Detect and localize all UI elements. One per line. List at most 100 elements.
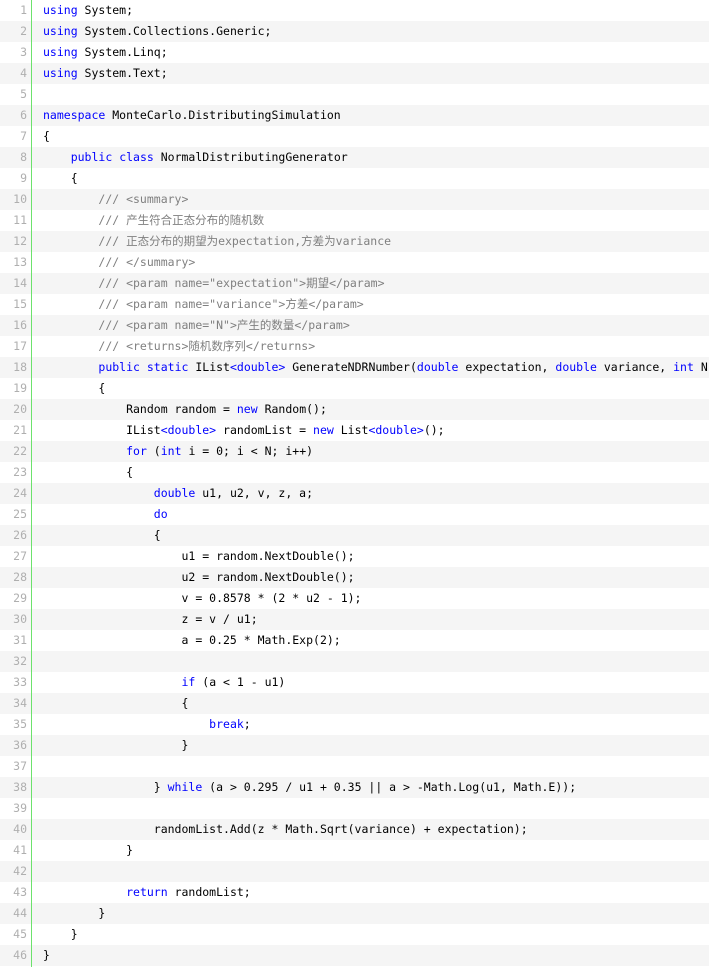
code-token: randomList.Add(z * Math.Sqrt(variance) +… (43, 822, 528, 836)
line-code: break; (31, 714, 251, 735)
line-number: 9 (20, 171, 27, 185)
line-code: using System.Linq; (31, 42, 168, 63)
code-line: 20 Random random = new Random(); (0, 399, 709, 420)
comment-token: /// 正态分布的期望为expectation,方差为variance (98, 234, 392, 248)
code-line: 17 /// <returns>随机数序列</returns> (0, 336, 709, 357)
code-line: 29 v = 0.8578 * (2 * u2 - 1); (0, 588, 709, 609)
line-code: return randomList; (31, 882, 251, 903)
line-number: 33 (13, 675, 27, 689)
line-code: z = v / u1; (31, 609, 258, 630)
code-line: 37 (0, 756, 709, 777)
line-number: 13 (13, 255, 27, 269)
code-token: (a < 1 - u1) (195, 675, 286, 689)
code-token: } (43, 843, 134, 857)
line-code: { (31, 168, 78, 189)
code-line: 16 /// <param name="N">产生的数量</param> (0, 315, 709, 336)
line-code: IList<double> randomList = new List<doub… (31, 420, 445, 441)
code-line: 36 } (0, 735, 709, 756)
code-token: i = 0; i < N; i++) (181, 444, 314, 458)
code-line: 26 { (0, 525, 709, 546)
line-code: /// <param name="variance">方差</param> (31, 294, 363, 315)
line-code: a = 0.25 * Math.Exp(2); (31, 630, 340, 651)
code-token: { (43, 171, 78, 185)
line-code: /// <param name="N">产生的数量</param> (31, 315, 349, 336)
code-viewer: 1 using System; 2 using System.Collections.… (0, 0, 709, 967)
code-token: ; (243, 717, 251, 731)
line-code: u2 = random.NextDouble(); (31, 567, 355, 588)
code-token: } (43, 948, 50, 962)
code-token: Random random = (43, 402, 237, 416)
line-code: using System.Collections.Generic; (31, 21, 272, 42)
keyword-token: using (43, 45, 78, 59)
keyword-token: namespace (43, 108, 106, 122)
keyword-token: int (673, 360, 694, 374)
line-number: 39 (13, 801, 27, 815)
code-token: MonteCarlo.DistributingSimulation (105, 108, 341, 122)
line-code: { (31, 126, 50, 147)
code-token: randomList = (216, 423, 314, 437)
line-code: /// <summary> (31, 189, 188, 210)
line-code: /// <returns>随机数序列</returns> (31, 336, 315, 357)
keyword-token: using (43, 24, 78, 38)
line-code: if (a < 1 - u1) (31, 672, 285, 693)
line-number: 38 (13, 780, 27, 794)
comment-token: /// <summary> (98, 192, 189, 206)
line-code: { (31, 525, 161, 546)
line-code: /// </summary> (31, 252, 195, 273)
line-number: 45 (13, 927, 27, 941)
line-number: 14 (13, 276, 27, 290)
line-number: 21 (13, 423, 27, 437)
code-line: 23 { (0, 462, 709, 483)
code-token: expectation, (458, 360, 556, 374)
code-token: randomList; (167, 885, 251, 899)
code-token: } (43, 927, 78, 941)
code-line: 27 u1 = random.NextDouble(); (0, 546, 709, 567)
keyword-token: using (43, 3, 78, 17)
code-lines: 1 using System; 2 using System.Collections.… (0, 0, 709, 966)
line-number: 32 (13, 654, 27, 668)
line-number: 37 (13, 759, 27, 773)
line-number: 18 (13, 360, 27, 374)
code-line: 10 /// <summary> (0, 189, 709, 210)
line-code: } while (a > 0.295 / u1 + 0.35 || a > -M… (31, 777, 576, 798)
line-number: 40 (13, 822, 27, 836)
code-token: z = v / u1; (43, 612, 258, 626)
code-line: 2 using System.Collections.Generic; (0, 21, 709, 42)
comment-token: /// 产生符合正态分布的随机数 (98, 213, 265, 227)
gutter-border (31, 0, 32, 967)
line-code: } (31, 903, 105, 924)
code-line: 31 a = 0.25 * Math.Exp(2); (0, 630, 709, 651)
line-number: 41 (13, 843, 27, 857)
keyword-token: using (43, 66, 78, 80)
code-line: 8 public class NormalDistributingGenerat… (0, 147, 709, 168)
line-number: 3 (20, 45, 27, 59)
line-number: 42 (13, 864, 27, 878)
code-token: NormalDistributingGenerator (153, 150, 348, 164)
code-line: 35 break; (0, 714, 709, 735)
code-line: 45 } (0, 924, 709, 945)
line-number: 29 (13, 591, 27, 605)
code-token: System.Text; (77, 66, 168, 80)
line-code: randomList.Add(z * Math.Sqrt(variance) +… (31, 819, 528, 840)
code-line: 6 namespace MonteCarlo.DistributingSimula… (0, 105, 709, 126)
line-code: for (int i = 0; i < N; i++) (31, 441, 313, 462)
code-line: 34 { (0, 693, 709, 714)
line-number: 5 (20, 87, 27, 101)
code-line: 33 if (a < 1 - u1) (0, 672, 709, 693)
line-code: double u1, u2, v, z, a; (31, 483, 313, 504)
code-line: 24 double u1, u2, v, z, a; (0, 483, 709, 504)
code-token: u2 = random.NextDouble(); (43, 570, 355, 584)
comment-token: /// </summary> (98, 255, 196, 269)
line-code: { (31, 693, 188, 714)
code-line: 39 (0, 798, 709, 819)
code-line: 18 public static IList<double> GenerateN… (0, 357, 709, 378)
line-number: 26 (13, 528, 27, 542)
line-code: { (31, 462, 133, 483)
